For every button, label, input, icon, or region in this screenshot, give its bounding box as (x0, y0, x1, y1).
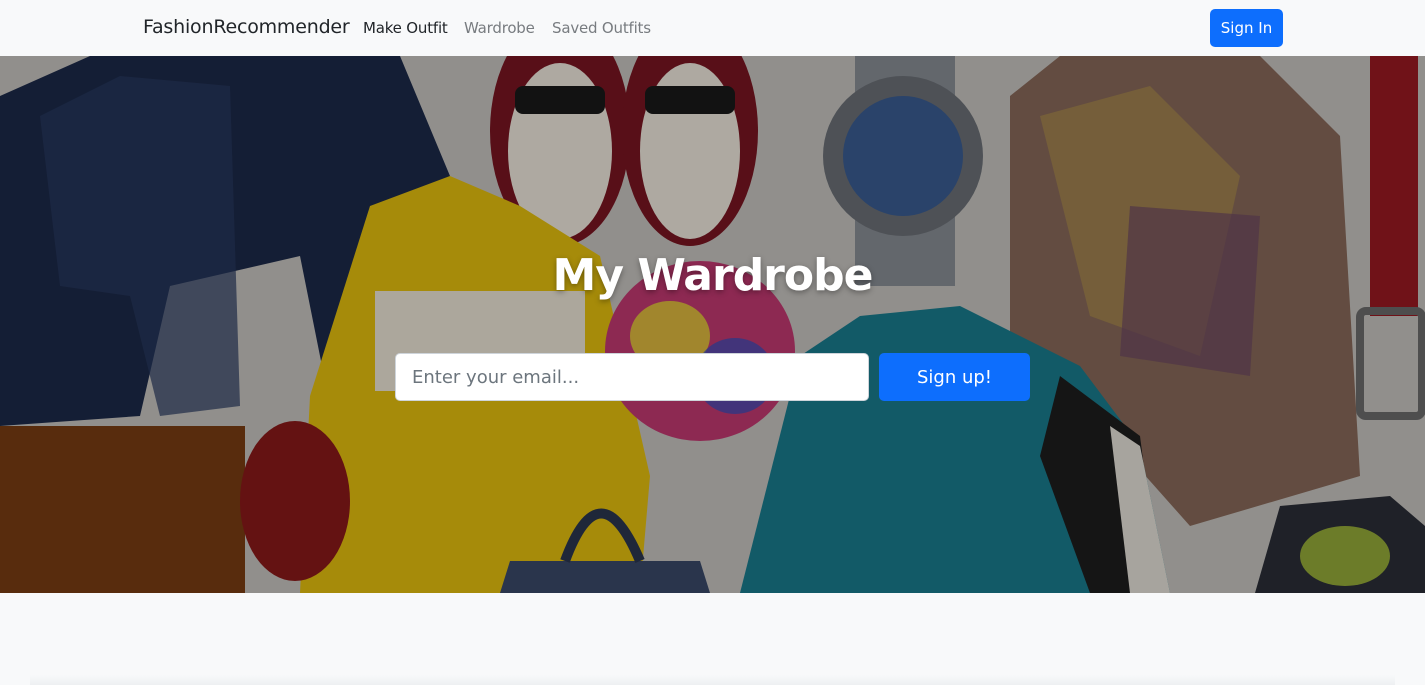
email-input[interactable] (395, 353, 869, 401)
sign-in-button[interactable]: Sign In (1210, 9, 1283, 47)
hero-title: My Wardrobe (552, 250, 874, 301)
brand-link[interactable]: FashionRecommender (143, 16, 350, 38)
hero-overlay (0, 56, 1425, 593)
nav-link-saved-outfits[interactable]: Saved Outfits (552, 19, 651, 37)
navbar: FashionRecommender Make Outfit Wardrobe … (0, 0, 1425, 56)
sign-up-button[interactable]: Sign up! (879, 353, 1030, 401)
content-area (0, 593, 1425, 685)
nav-link-make-outfit[interactable]: Make Outfit (363, 19, 448, 37)
content-card-edge (30, 675, 1395, 685)
hero-section: My Wardrobe Sign up! (0, 56, 1425, 593)
nav-link-wardrobe[interactable]: Wardrobe (464, 19, 535, 37)
